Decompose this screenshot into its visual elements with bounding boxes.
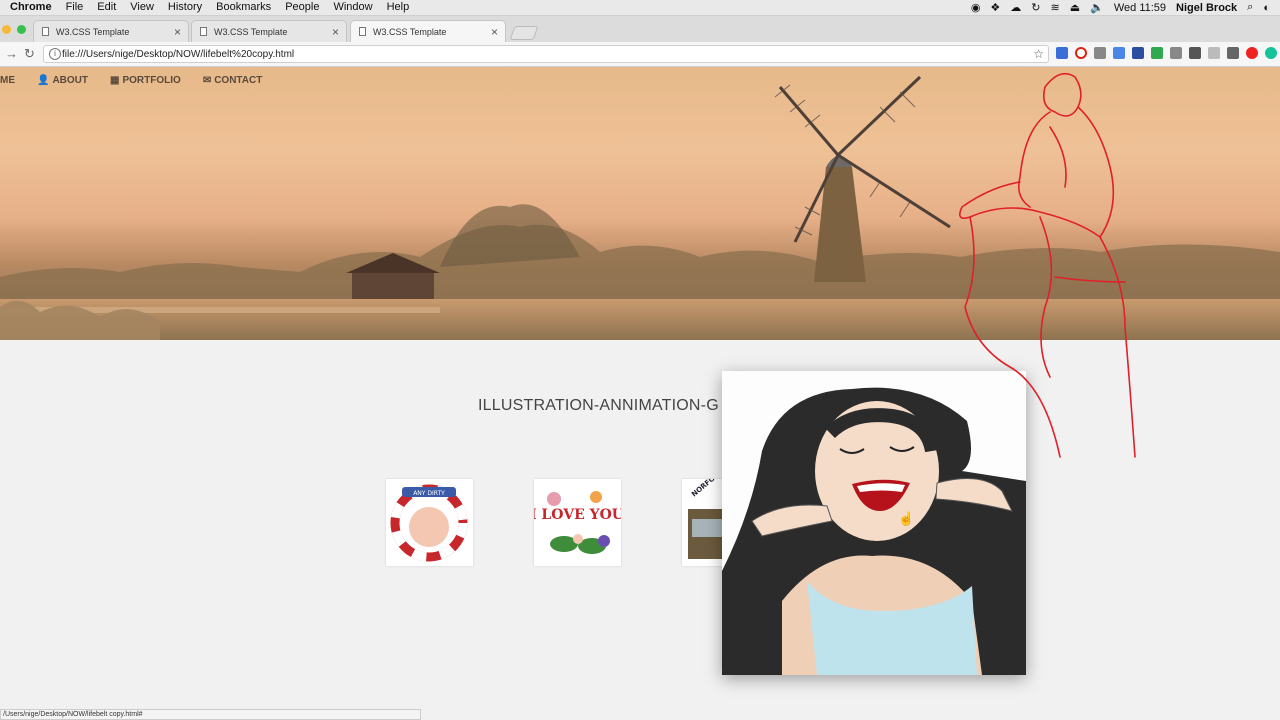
status-bar-url: /Users/nige/Desktop/NOW/lifebelt copy.ht… bbox=[0, 709, 421, 720]
info-icon[interactable]: i bbox=[49, 48, 61, 60]
hand-cursor-icon: ☝ bbox=[898, 511, 915, 526]
tab-title: W3.CSS Template bbox=[56, 27, 130, 37]
love-flowers-illustration: I LOVE YOU bbox=[530, 491, 624, 554]
section-title: ILLUSTRATION-ANNIMATION-G bbox=[478, 397, 719, 414]
siri-icon[interactable]: ◐ bbox=[1263, 2, 1270, 14]
forward-icon[interactable]: → bbox=[5, 46, 18, 61]
page-icon bbox=[42, 27, 49, 36]
macos-menu-bar: Chrome File Edit View History Bookmarks … bbox=[0, 0, 1280, 16]
zoom-button[interactable] bbox=[17, 25, 26, 34]
wifi-icon[interactable]: ≋ bbox=[1051, 1, 1060, 14]
grammarly-icon[interactable] bbox=[1265, 47, 1277, 59]
top-nav: ME 👤 ABOUT ▦ PORTFOLIO ✉ CONTACT bbox=[0, 75, 284, 86]
close-tab-icon[interactable]: × bbox=[174, 25, 181, 39]
tab-title: W3.CSS Template bbox=[373, 27, 447, 37]
baby-lifebelt-illustration: ANY DIRTY bbox=[390, 484, 468, 562]
thumb-label: NORFOL bbox=[690, 479, 720, 499]
close-tab-icon[interactable]: × bbox=[332, 25, 339, 39]
menu-edit[interactable]: Edit bbox=[97, 1, 116, 13]
download-icon[interactable] bbox=[1189, 47, 1201, 59]
record-icon[interactable]: ◉ bbox=[971, 1, 981, 14]
bookmark-star-icon[interactable]: ☆ bbox=[1033, 47, 1044, 61]
portfolio-thumb-love[interactable]: I LOVE YOU bbox=[530, 479, 624, 566]
red-line-figure-drawing bbox=[959, 72, 1136, 458]
page-content: ME 👤 ABOUT ▦ PORTFOLIO ✉ CONTACT ILLUSTRATI… bbox=[0, 67, 1280, 713]
menu-app-chrome[interactable]: Chrome bbox=[10, 1, 52, 13]
nav-contact[interactable]: ✉ CONTACT bbox=[203, 75, 263, 86]
shield-icon[interactable] bbox=[1132, 47, 1144, 59]
spotlight-icon[interactable]: ⌕ bbox=[1247, 1, 1253, 14]
thumb-label: ANY DIRTY bbox=[413, 490, 445, 497]
menu-window[interactable]: Window bbox=[333, 1, 372, 13]
user-icon: 👤 bbox=[37, 75, 50, 86]
drive-icon[interactable] bbox=[1151, 47, 1163, 59]
reload-icon[interactable]: ↻ bbox=[24, 46, 35, 62]
volume-icon[interactable]: 🔈 bbox=[1090, 1, 1104, 14]
extension-icon[interactable] bbox=[1227, 47, 1239, 59]
tab-1[interactable]: W3.CSS Template × bbox=[33, 20, 189, 42]
tab-2[interactable]: W3.CSS Template × bbox=[191, 20, 347, 42]
portfolio-thumb-baby[interactable]: ANY DIRTY bbox=[386, 479, 473, 566]
toolbar: → ↻ i file:///Users/nige/Desktop/NOW/lif… bbox=[0, 42, 1280, 67]
extension-icon[interactable] bbox=[1056, 47, 1068, 59]
norfolk-truck-illustration: NORFOL bbox=[688, 471, 722, 559]
nav-home[interactable]: ME bbox=[0, 75, 15, 86]
clock[interactable]: Wed 11:59 bbox=[1114, 2, 1166, 14]
user-name[interactable]: Nigel Brock bbox=[1176, 2, 1237, 14]
menu-view[interactable]: View bbox=[130, 1, 154, 13]
tab-title: W3.CSS Template bbox=[214, 27, 288, 37]
tab-3-active[interactable]: W3.CSS Template × bbox=[350, 20, 506, 42]
menu-file[interactable]: File bbox=[66, 1, 84, 13]
menu-help[interactable]: Help bbox=[387, 1, 410, 13]
menu-people[interactable]: People bbox=[285, 1, 319, 13]
address-bar[interactable]: i file:///Users/nige/Desktop/NOW/lifebel… bbox=[43, 45, 1049, 63]
extension-icon[interactable] bbox=[1208, 47, 1220, 59]
tab-strip: W3.CSS Template × W3.CSS Template × W3.C… bbox=[0, 16, 1280, 42]
minimize-button[interactable] bbox=[2, 25, 11, 34]
translate-icon[interactable] bbox=[1113, 47, 1125, 59]
grid-icon: ▦ bbox=[110, 75, 120, 86]
page-icon bbox=[359, 27, 366, 36]
extension-icon[interactable] bbox=[1094, 47, 1106, 59]
sync-icon[interactable]: ↻ bbox=[1031, 1, 1040, 14]
thumb-label: I LOVE YOU bbox=[534, 507, 621, 523]
window-controls bbox=[2, 25, 26, 34]
extension-icon[interactable] bbox=[1170, 47, 1182, 59]
nav-about[interactable]: 👤 ABOUT bbox=[37, 75, 88, 86]
menu-history[interactable]: History bbox=[168, 1, 202, 13]
extension-icons bbox=[1056, 47, 1280, 59]
page-icon bbox=[200, 27, 207, 36]
record-icon[interactable] bbox=[1246, 47, 1258, 59]
opera-icon[interactable] bbox=[1075, 47, 1087, 59]
eject-icon[interactable]: ⏏ bbox=[1070, 1, 1080, 14]
close-tab-icon[interactable]: × bbox=[491, 25, 498, 39]
menu-bookmarks[interactable]: Bookmarks bbox=[216, 1, 271, 13]
portfolio-thumb-norfolk[interactable]: NORFOL bbox=[682, 471, 722, 566]
cloud-icon[interactable]: ☁ bbox=[1010, 1, 1021, 14]
url-text[interactable]: file:///Users/nige/Desktop/NOW/lifebelt%… bbox=[62, 49, 294, 60]
dropbox-icon[interactable]: ❖ bbox=[990, 1, 1000, 14]
envelope-icon: ✉ bbox=[202, 75, 212, 86]
nav-portfolio[interactable]: ▦ PORTFOLIO bbox=[110, 75, 181, 86]
